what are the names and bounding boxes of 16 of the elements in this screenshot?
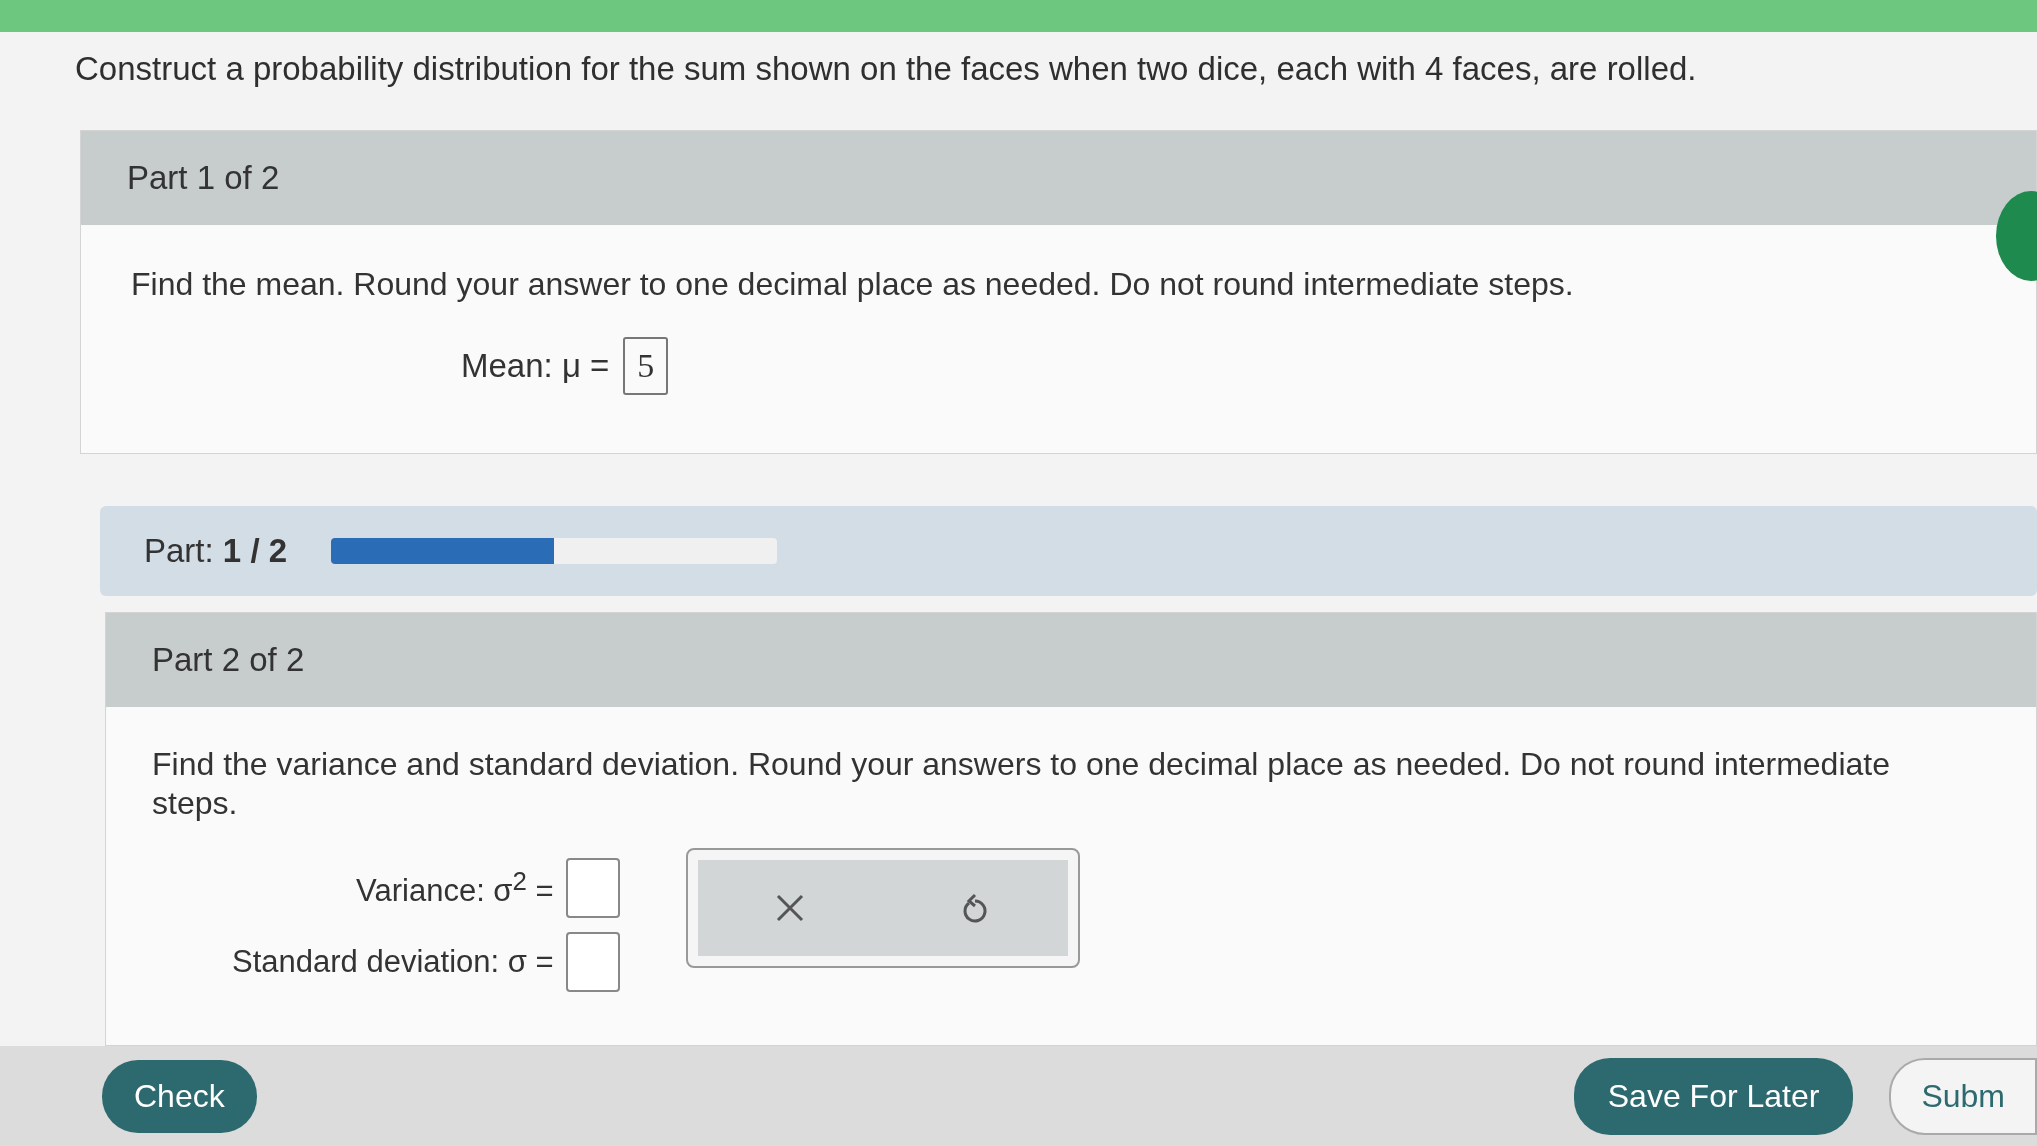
submit-button[interactable]: Subm (1889, 1057, 2037, 1135)
question-text: Construct a probability distribution for the sum shown on the faces when two dice, each with 4 faces, are rolled. (75, 50, 1698, 88)
answer-field[interactable] (565, 932, 620, 993)
mean-answer-field[interactable]: 5 (623, 337, 669, 396)
field-label: Variance: σ$^{2}$ = (356, 867, 554, 910)
answer-field[interactable] (565, 858, 620, 919)
part-heading: Part 1 of 2 (127, 159, 280, 196)
mean-label: Mean: μ = (461, 347, 610, 386)
instruction-text: Find the variance and standard deviation. Round your answers to one decimal place as needed. Do not round intermediate steps. (152, 745, 1891, 823)
check-button[interactable]: Check (102, 1059, 257, 1133)
field-label: Standard deviation: σ = (232, 944, 554, 981)
close-icon (775, 893, 806, 924)
part-progress-label: Part: 1 / 2 (144, 532, 288, 571)
save-for-later-button[interactable]: Save For Later (1573, 1057, 1854, 1135)
part-heading: Part 2 of 2 (152, 641, 305, 679)
instruction-text: Find the mean. Round your answer to one decimal place as needed. Do not round intermediate steps. (131, 265, 1575, 304)
